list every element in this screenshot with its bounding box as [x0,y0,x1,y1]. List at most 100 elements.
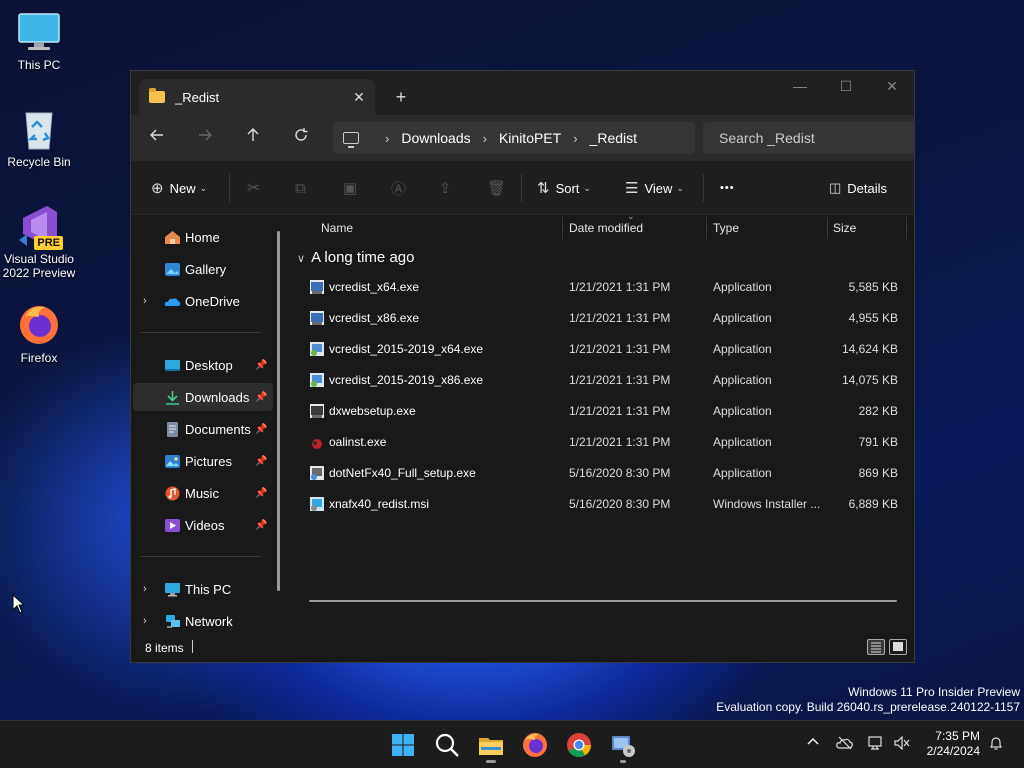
taskbar-app-installer[interactable] [609,731,637,763]
taskbar: 7:35 PM 2/24/2024 [0,720,1024,768]
new-tab-button[interactable]: + [387,83,415,111]
pin-icon[interactable]: 📌 [255,360,267,371]
file-name: vcredist_x64.exe [329,280,420,294]
tab-redist[interactable]: _Redist ✕ [139,79,375,115]
file-row[interactable]: dotNetFx40_Full_setup.exe 5/16/2020 8:30… [289,458,914,489]
column-name[interactable]: Name [321,221,353,235]
more-options-button[interactable]: ••• [720,175,735,201]
file-type: Application [713,280,772,294]
desktop-icon-firefox[interactable]: Firefox [0,303,78,365]
column-size[interactable]: Size [833,221,856,235]
volume-button[interactable] [894,735,910,753]
taskbar-firefox[interactable] [521,731,549,759]
column-divider[interactable] [562,217,563,239]
pin-icon[interactable]: 📌 [255,456,267,467]
file-row[interactable]: oalinst.exe 1/21/2021 1:31 PM Applicatio… [289,427,914,458]
chevron-right-icon[interactable]: › [143,583,147,595]
column-divider[interactable] [706,217,707,239]
breadcrumb[interactable]: › Downloads › KinitoPET › _Redist [333,122,695,154]
onedrive-status-button[interactable] [836,736,854,753]
desktop-icon-recycle-bin[interactable]: Recycle Bin [0,107,78,169]
view-button[interactable]: ☰ View ⌄ [625,175,684,201]
nav-item-onedrive[interactable]: › OneDrive [131,287,271,315]
breadcrumb-kinitopet[interactable]: KinitoPET [499,130,561,146]
close-window-button[interactable]: ✕ [869,71,914,103]
desktop-icon-this-pc[interactable]: This PC [0,10,78,72]
details-button[interactable]: ◫ Details [829,175,887,201]
breadcrumb-downloads[interactable]: Downloads [401,130,470,146]
taskbar-file-explorer[interactable] [477,731,505,763]
new-button[interactable]: ⊕ New ⌄ [151,175,207,201]
column-date-modified[interactable]: Date modified [569,221,643,235]
show-hidden-icons-button[interactable] [806,735,820,751]
file-row[interactable]: vcredist_2015-2019_x86.exe 1/21/2021 1:3… [289,365,914,396]
paste-button[interactable]: ▣ [343,175,357,201]
cut-button[interactable]: ✂ [247,175,260,201]
chevron-down-icon: ⌄ [583,182,591,193]
file-row[interactable]: vcredist_x86.exe 1/21/2021 1:31 PM Appli… [289,303,914,334]
nav-item-gallery[interactable]: Gallery [131,255,271,283]
back-button[interactable] [141,125,173,151]
search-button[interactable] [433,731,461,759]
file-row[interactable]: dxwebsetup.exe 1/21/2021 1:31 PM Applica… [289,396,914,427]
column-divider[interactable] [827,217,828,239]
details-view-button[interactable] [867,639,885,655]
chevron-right-icon[interactable]: › [143,615,147,627]
chevron-up-icon [807,738,819,745]
nav-item-desktop[interactable]: Desktop 📌 [131,351,271,379]
minimize-button[interactable]: — [777,71,823,103]
large-icons-view-button[interactable] [889,639,907,655]
start-button[interactable] [389,731,417,759]
desktop-icon-visual-studio[interactable]: PRE Visual Studio 2022 Preview [0,204,78,280]
delete-button[interactable]: 🗑 [487,175,506,201]
file-name: dotNetFx40_Full_setup.exe [329,466,476,480]
close-tab-icon[interactable]: ✕ [347,89,371,106]
chevron-down-icon: ⌄ [676,182,684,193]
nav-item-music[interactable]: Music 📌 [131,479,271,507]
network-status-button[interactable] [868,736,884,753]
nav-item-home[interactable]: Home [131,223,271,251]
up-button[interactable] [237,125,269,151]
share-button[interactable]: ⇪ [439,175,452,201]
pin-icon[interactable]: 📌 [255,392,267,403]
nav-item-videos[interactable]: Videos 📌 [131,511,271,539]
windows-logo-icon [392,734,414,756]
share-icon: ⇪ [439,180,452,197]
nav-item-pictures[interactable]: Pictures 📌 [131,447,271,475]
refresh-button[interactable] [285,125,317,151]
chevron-right-icon[interactable]: › [143,295,147,307]
notifications-button[interactable] [988,735,1004,754]
taskbar-chrome[interactable] [565,731,593,759]
nav-item-documents[interactable]: Documents 📌 [131,415,271,443]
breadcrumb-redist[interactable]: _Redist [590,130,637,146]
nav-item-network[interactable]: › Network [131,607,271,635]
desktop-folder-icon [165,359,180,371]
search-input[interactable]: Search _Redist [703,122,914,154]
copy-button[interactable]: ⧉ [295,175,306,201]
horizontal-scrollbar[interactable] [309,600,897,602]
file-date: 5/16/2020 8:30 PM [569,497,671,511]
file-date: 5/16/2020 8:30 PM [569,466,671,480]
group-header[interactable]: ∨ A long time ago [297,249,414,266]
pin-icon[interactable]: 📌 [255,424,267,435]
maximize-button[interactable]: ☐ [823,71,869,103]
rename-button[interactable]: Ⓐ [391,175,406,201]
forward-button[interactable] [189,125,221,151]
file-row[interactable]: xnafx40_redist.msi 5/16/2020 8:30 PM Win… [289,489,914,520]
nav-item-downloads[interactable]: Downloads 📌 [133,383,273,411]
file-row[interactable]: vcredist_2015-2019_x64.exe 1/21/2021 1:3… [289,334,914,365]
nav-scrollbar[interactable] [277,231,280,591]
pin-icon[interactable]: 📌 [255,520,267,531]
column-header: Name ⌄ Date modified Type Size [289,211,914,241]
file-row[interactable]: vcredist_x64.exe 1/21/2021 1:31 PM Appli… [289,272,914,303]
clock[interactable]: 7:35 PM 2/24/2024 [924,729,980,759]
nav-item-this-pc[interactable]: › This PC [131,575,271,603]
file-size: 6,889 KB [848,497,898,511]
new-label: New [169,180,196,196]
pin-icon[interactable]: 📌 [255,488,267,499]
ethernet-icon [868,736,882,750]
column-divider[interactable] [906,217,907,239]
column-type[interactable]: Type [713,221,739,235]
download-arrow-icon [166,390,179,405]
sort-button[interactable]: ⇅ Sort ⌄ [537,175,591,201]
